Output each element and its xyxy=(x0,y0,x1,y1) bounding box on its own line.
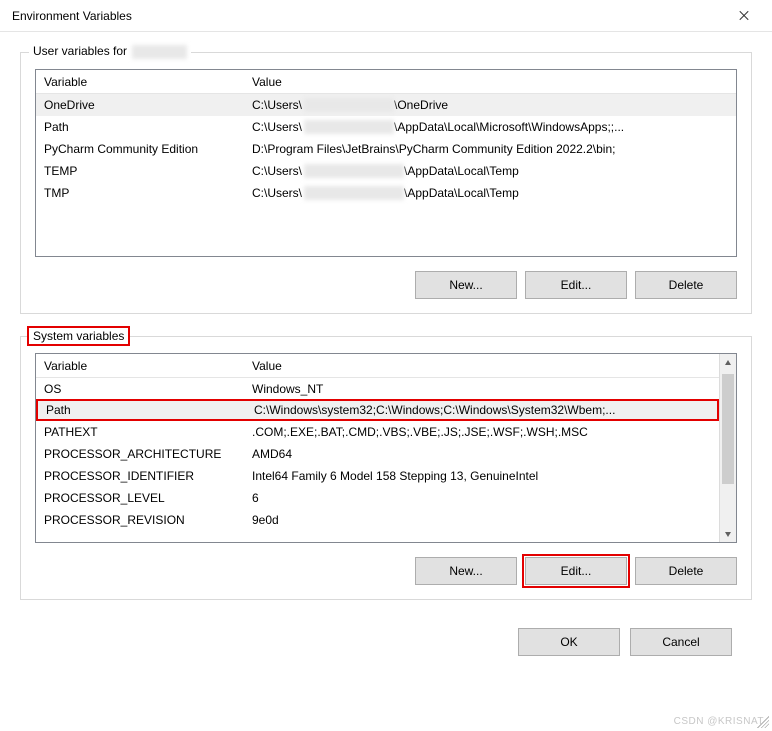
cell-value: Windows_NT xyxy=(246,382,719,396)
table-row[interactable]: PyCharm Community Edition D:\Program Fil… xyxy=(36,138,736,160)
table-row[interactable]: TEMP C:\Users\\AppData\Local\Temp xyxy=(36,160,736,182)
user-variables-label: User variables for xyxy=(29,44,191,59)
cell-variable: PROCESSOR_LEVEL xyxy=(36,491,246,505)
header-value[interactable]: Value xyxy=(246,359,719,373)
cell-variable: OneDrive xyxy=(36,98,246,112)
scroll-up-icon[interactable] xyxy=(720,354,736,371)
table-row[interactable]: PATHEXT .COM;.EXE;.BAT;.CMD;.VBS;.VBE;.J… xyxy=(36,421,719,443)
cell-value: AMD64 xyxy=(246,447,719,461)
cell-value: C:\Users\\AppData\Local\Temp xyxy=(246,164,736,179)
cell-variable: OS xyxy=(36,382,246,396)
cell-value: C:\Users\\OneDrive xyxy=(246,98,736,113)
cell-variable: Path xyxy=(38,403,248,417)
delete-button[interactable]: Delete xyxy=(635,271,737,299)
table-row-path[interactable]: Path C:\Windows\system32;C:\Windows;C:\W… xyxy=(36,399,719,421)
cell-value: 6 xyxy=(246,491,719,505)
edit-button[interactable]: Edit... xyxy=(525,271,627,299)
table-row[interactable]: TMP C:\Users\\AppData\Local\Temp xyxy=(36,182,736,204)
system-variables-label: System variables xyxy=(27,326,130,346)
user-variables-table[interactable]: Variable Value OneDrive C:\Users\\OneDri… xyxy=(35,69,737,257)
window-title: Environment Variables xyxy=(12,9,132,23)
cell-variable: PyCharm Community Edition xyxy=(36,142,246,156)
user-buttons: New... Edit... Delete xyxy=(35,271,737,299)
cell-variable: PATHEXT xyxy=(36,425,246,439)
resize-grip-icon[interactable] xyxy=(757,716,769,728)
table-row[interactable]: OneDrive C:\Users\\OneDrive xyxy=(36,94,736,116)
table-row[interactable]: PROCESSOR_IDENTIFIER Intel64 Family 6 Mo… xyxy=(36,465,719,487)
system-variables-table[interactable]: Variable Value OS Windows_NT Path C:\Win… xyxy=(35,353,737,543)
vertical-scrollbar[interactable] xyxy=(719,354,736,542)
table-row[interactable]: PROCESSOR_REVISION 9e0d xyxy=(36,509,719,531)
cell-variable: TEMP xyxy=(36,164,246,178)
edit-button[interactable]: Edit... xyxy=(525,557,627,585)
header-variable[interactable]: Variable xyxy=(36,75,246,89)
user-variables-group: User variables for Variable Value OneDri… xyxy=(20,52,752,314)
cell-variable: TMP xyxy=(36,186,246,200)
cell-value: .COM;.EXE;.BAT;.CMD;.VBS;.VBE;.JS;.JSE;.… xyxy=(246,425,719,439)
system-variables-group: System variables Variable Value OS Windo… xyxy=(20,336,752,600)
header-variable[interactable]: Variable xyxy=(36,359,246,373)
cell-variable: Path xyxy=(36,120,246,134)
cell-value: C:\Windows\system32;C:\Windows;C:\Window… xyxy=(248,403,717,417)
header-value[interactable]: Value xyxy=(246,75,736,89)
cell-variable: PROCESSOR_ARCHITECTURE xyxy=(36,447,246,461)
table-row[interactable]: PROCESSOR_ARCHITECTURE AMD64 xyxy=(36,443,719,465)
table-row[interactable]: PROCESSOR_LEVEL 6 xyxy=(36,487,719,509)
cell-value: D:\Program Files\JetBrains\PyCharm Commu… xyxy=(246,142,736,156)
ok-button[interactable]: OK xyxy=(518,628,620,656)
cell-value: C:\Users\\AppData\Local\Microsoft\Window… xyxy=(246,120,736,135)
cell-value: C:\Users\\AppData\Local\Temp xyxy=(246,186,736,201)
cancel-button[interactable]: Cancel xyxy=(630,628,732,656)
cell-variable: PROCESSOR_IDENTIFIER xyxy=(36,469,246,483)
watermark: CSDN @KRISNAT xyxy=(674,716,764,727)
titlebar: Environment Variables xyxy=(0,0,772,32)
table-row[interactable]: OS Windows_NT xyxy=(36,378,719,400)
table-row[interactable]: Path C:\Users\\AppData\Local\Microsoft\W… xyxy=(36,116,736,138)
table-header: Variable Value xyxy=(36,70,736,94)
user-variables-label-text: User variables for xyxy=(33,44,127,58)
table-header: Variable Value xyxy=(36,354,719,378)
close-icon[interactable] xyxy=(726,3,762,29)
scroll-down-icon[interactable] xyxy=(720,525,736,542)
new-button[interactable]: New... xyxy=(415,557,517,585)
dialog-buttons: OK Cancel xyxy=(20,622,752,656)
system-buttons: New... Edit... Delete xyxy=(35,557,737,585)
cell-value: 9e0d xyxy=(246,513,719,527)
cell-variable: PROCESSOR_REVISION xyxy=(36,513,246,527)
redacted-username xyxy=(132,45,187,59)
scrollbar-thumb[interactable] xyxy=(722,374,734,484)
new-button[interactable]: New... xyxy=(415,271,517,299)
cell-value: Intel64 Family 6 Model 158 Stepping 13, … xyxy=(246,469,719,483)
delete-button[interactable]: Delete xyxy=(635,557,737,585)
